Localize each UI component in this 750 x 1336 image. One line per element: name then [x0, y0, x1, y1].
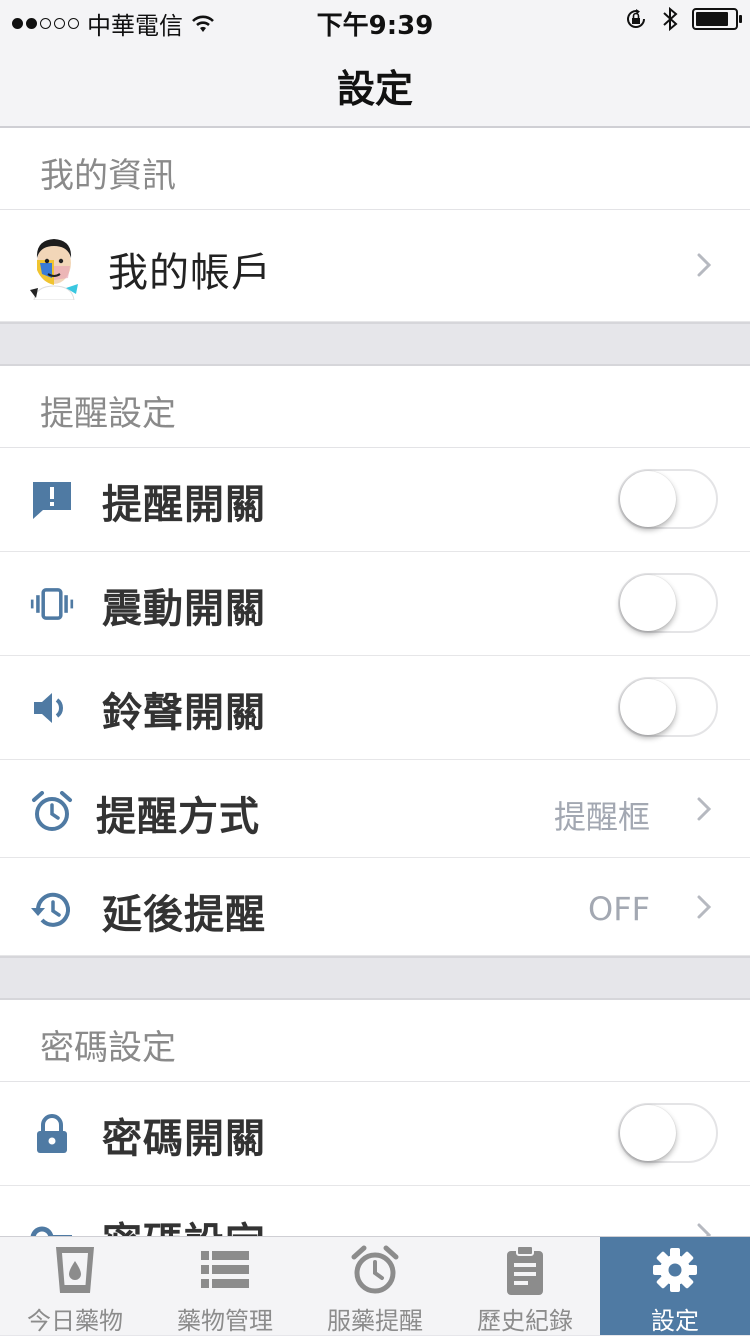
tab-medication-management[interactable]: 藥物管理 [150, 1237, 300, 1335]
chevron-right-icon [697, 1223, 712, 1236]
section-header-info: 我的資訊 [0, 128, 750, 210]
sound-toggle-row: 鈴聲開關 [0, 656, 750, 760]
navigation-bar: 設定 [0, 40, 750, 128]
password-toggle-row: 密碼開關 [0, 1082, 750, 1186]
password-setting-row[interactable]: 密碼設定 [0, 1186, 750, 1236]
status-bar: 中華電信 下午9:39 [0, 0, 750, 41]
reminder-toggle-label: 提醒開關 [102, 482, 266, 528]
battery-icon [692, 8, 742, 30]
orientation-lock-icon [627, 9, 646, 28]
lock-icon [37, 1114, 67, 1153]
key-icon [30, 1226, 72, 1236]
section-separator [0, 956, 750, 1000]
history-icon [31, 892, 70, 927]
reminder-mode-label: 提醒方式 [96, 794, 260, 840]
reminder-toggle-row: 提醒開關 [0, 448, 750, 552]
tab-history[interactable]: 歷史紀錄 [450, 1237, 600, 1335]
vibrate-toggle[interactable] [618, 573, 718, 633]
password-toggle[interactable] [618, 1103, 718, 1163]
clipboard-icon [507, 1245, 543, 1295]
bluetooth-icon [663, 6, 678, 32]
my-account-row[interactable]: 我的帳戶 [0, 210, 750, 322]
snooze-row[interactable]: 延後提醒 OFF [0, 858, 750, 956]
password-setting-label: 密碼設定 [102, 1210, 266, 1236]
reminder-mode-row[interactable]: 提醒方式 提醒框 [0, 760, 750, 858]
sound-toggle-label: 鈴聲開關 [102, 690, 266, 736]
section-header-password: 密碼設定 [0, 1000, 750, 1082]
chevron-right-icon [697, 797, 712, 821]
tab-medication-reminder[interactable]: 服藥提醒 [300, 1237, 450, 1335]
section-header-reminder: 提醒設定 [0, 366, 750, 448]
tab-today-medication[interactable]: 今日藥物 [0, 1237, 150, 1335]
gear-icon [653, 1248, 697, 1292]
reminder-toggle[interactable] [618, 469, 718, 529]
tab-settings[interactable]: 設定 [600, 1237, 750, 1335]
cup-icon [56, 1247, 94, 1293]
vibration-icon [30, 588, 74, 620]
password-toggle-label: 密碼開關 [102, 1116, 266, 1162]
vibrate-toggle-label: 震動開關 [102, 586, 266, 632]
avatar [30, 239, 78, 300]
tab-bar: 今日藥物 藥物管理 服藥提醒 歷史紀錄 設定 [0, 1236, 750, 1335]
alarm-clock-icon [351, 1245, 399, 1294]
chevron-right-icon [697, 253, 712, 277]
vibrate-toggle-row: 震動開關 [0, 552, 750, 656]
my-account-label: 我的帳戶 [108, 250, 272, 296]
page-title: 設定 [336, 67, 413, 111]
settings-list[interactable]: 我的資訊 我的帳戶 提醒設定 提醒開關 震動開關 鈴聲開關 提醒方式 提醒框 延… [0, 128, 750, 1236]
speaker-icon [34, 693, 63, 723]
chevron-right-icon [697, 895, 712, 919]
snooze-value: OFF [588, 890, 650, 928]
alert-message-icon [33, 482, 71, 519]
reminder-mode-value: 提醒框 [553, 798, 650, 836]
snooze-label: 延後提醒 [102, 892, 266, 938]
section-separator [0, 322, 750, 366]
sound-toggle[interactable] [618, 677, 718, 737]
list-icon [201, 1251, 249, 1288]
alarm-clock-icon [32, 791, 72, 831]
